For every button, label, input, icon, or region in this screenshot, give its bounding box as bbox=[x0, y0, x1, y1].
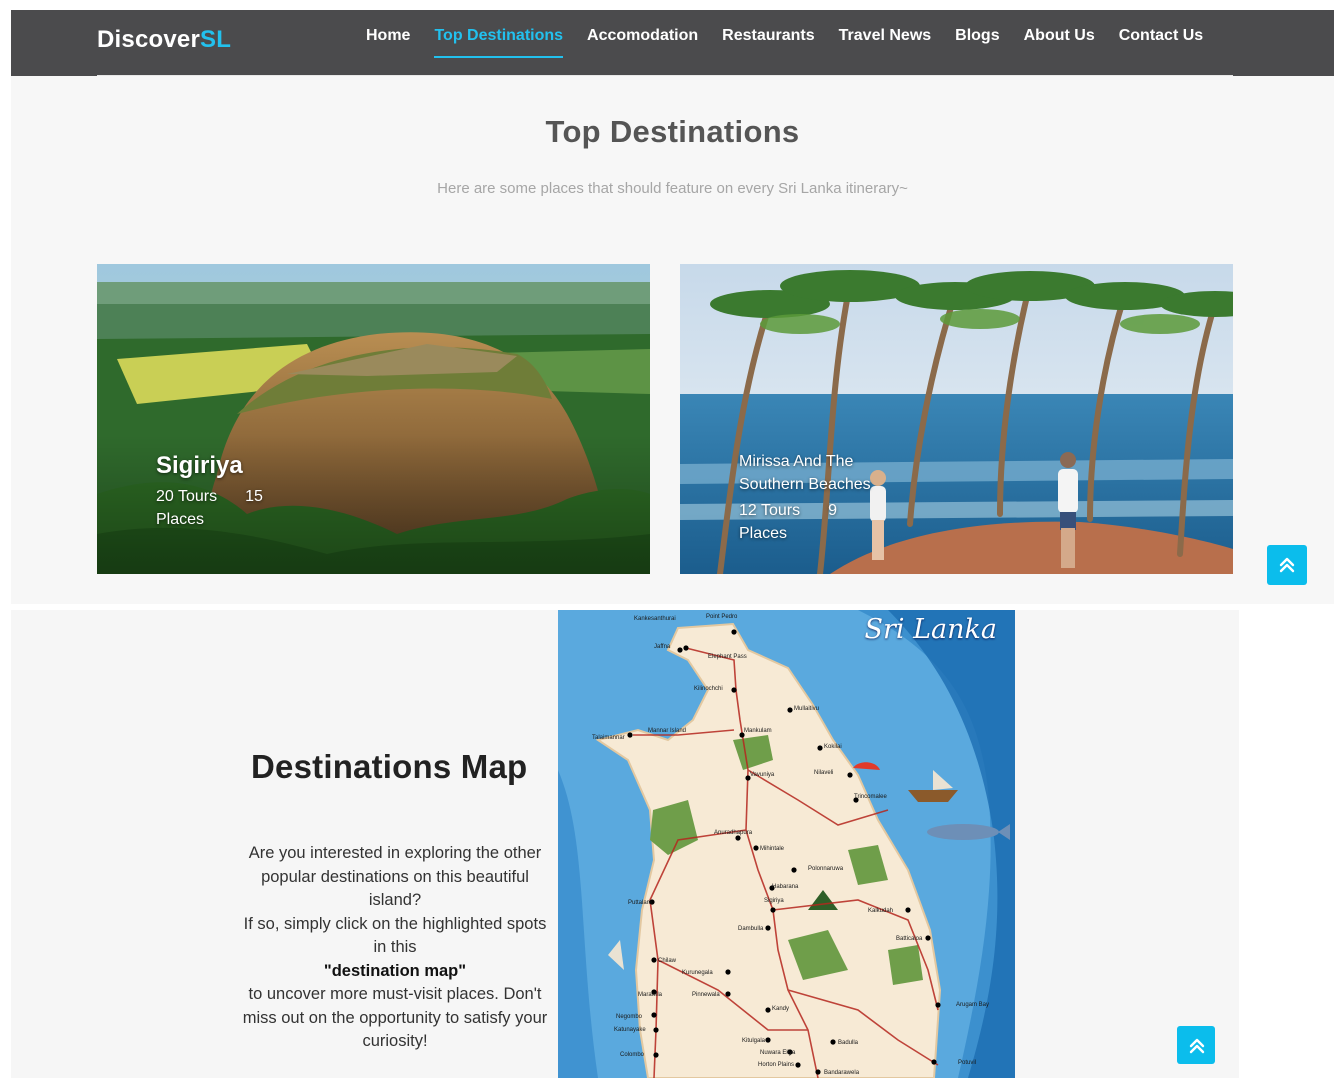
place-label[interactable]: Talaimannar bbox=[592, 735, 625, 741]
top-destinations-section: Top Destinations Here are some places th… bbox=[11, 76, 1334, 604]
place-label[interactable]: Kandy bbox=[772, 1006, 789, 1012]
place-label[interactable]: Polonnaruwa bbox=[808, 866, 843, 872]
place-label[interactable]: Kilinochchi bbox=[694, 686, 723, 692]
nav-restaurants[interactable]: Restaurants bbox=[710, 27, 826, 59]
place-label[interactable]: Badulla bbox=[838, 1040, 858, 1046]
place-label[interactable]: Kurunegala bbox=[682, 970, 713, 976]
place-label[interactable]: Chilaw bbox=[658, 958, 676, 964]
place-label[interactable]: Mihintale bbox=[760, 846, 784, 852]
tours-count: 20 Tours bbox=[156, 488, 218, 505]
place-label[interactable]: Katunayake bbox=[614, 1027, 646, 1033]
place-label[interactable]: Vavuniya bbox=[750, 772, 774, 778]
nav-top-destinations[interactable]: Top Destinations bbox=[422, 27, 575, 59]
place-label[interactable]: Mullaitivu bbox=[794, 706, 819, 712]
place-label[interactable]: Kokilai bbox=[824, 744, 842, 750]
section-title: Top Destinations bbox=[545, 114, 800, 149]
places-label: Places bbox=[739, 525, 788, 542]
places-label: Places bbox=[156, 511, 205, 528]
map-copy-2: If so, simply click on the highlighted s… bbox=[243, 914, 547, 957]
place-label[interactable]: Negombo bbox=[616, 1014, 642, 1020]
map-copy-3: to uncover more must-visit places. Don't… bbox=[242, 985, 548, 1050]
card-meta: 20 Tours 15 Places bbox=[156, 485, 276, 531]
navbar: DiscoverSL Home Top Destinations Accomod… bbox=[11, 10, 1334, 76]
brand-main: Discover bbox=[97, 26, 200, 53]
place-label[interactable]: Mankulam bbox=[744, 728, 772, 734]
place-label[interactable]: Kankesanthurai bbox=[634, 616, 676, 622]
map-copy-1: Are you interested in exploring the othe… bbox=[248, 844, 542, 909]
card-title: Mirissa And The Southern Beaches bbox=[739, 453, 871, 493]
place-label[interactable]: Trincomalee bbox=[854, 794, 887, 800]
place-label[interactable]: Habarana bbox=[772, 884, 798, 890]
section-subtitle: Here are some places that should feature… bbox=[437, 180, 908, 197]
tours-count: 12 Tours bbox=[739, 502, 801, 519]
place-label[interactable]: Jaffna bbox=[654, 644, 670, 650]
destination-card-sigiriya[interactable]: Sigiriya 20 Tours 15 Places bbox=[97, 264, 650, 574]
places-count: 15 bbox=[245, 488, 263, 505]
place-label[interactable]: Elephant Pass bbox=[708, 654, 747, 660]
map-section-title: Destinations Map bbox=[251, 748, 528, 785]
place-label[interactable]: Mannar Island bbox=[648, 728, 686, 734]
scroll-to-top-button[interactable] bbox=[1267, 545, 1307, 585]
double-chevron-up-icon bbox=[1279, 557, 1295, 573]
destination-card-mirissa[interactable]: Mirissa And The Southern Beaches 12 Tour… bbox=[680, 264, 1233, 574]
place-label[interactable]: Kitulgala bbox=[742, 1038, 765, 1044]
nav-travel-news[interactable]: Travel News bbox=[827, 27, 944, 59]
double-chevron-up-icon bbox=[1189, 1038, 1205, 1054]
place-label[interactable]: Point Pedro bbox=[706, 614, 737, 620]
main-nav: Home Top Destinations Accomodation Resta… bbox=[354, 27, 1215, 59]
nav-contact-us[interactable]: Contact Us bbox=[1107, 27, 1215, 59]
map-brand-title: Sri Lanka bbox=[864, 614, 998, 645]
place-label[interactable]: Colombo bbox=[620, 1052, 644, 1058]
place-label[interactable]: Horton Plains bbox=[758, 1062, 794, 1068]
place-label[interactable]: Anuradhapura bbox=[714, 830, 752, 836]
nav-home[interactable]: Home bbox=[354, 27, 422, 59]
place-label[interactable]: Potuvil bbox=[958, 1060, 976, 1066]
nav-about-us[interactable]: About Us bbox=[1012, 27, 1107, 59]
place-label[interactable]: Nilaveli bbox=[814, 770, 833, 776]
place-label[interactable]: Pinnewala bbox=[692, 992, 720, 998]
place-label[interactable]: Dambulla bbox=[738, 926, 763, 932]
place-label[interactable]: Batticaloa bbox=[896, 936, 922, 942]
place-label[interactable]: Nuwara Eliya bbox=[760, 1050, 795, 1056]
nav-accomodation[interactable]: Accomodation bbox=[575, 27, 710, 59]
card-title: Sigiriya bbox=[156, 452, 243, 479]
brand-logo[interactable]: DiscoverSL bbox=[97, 26, 231, 54]
brand-accent: SL bbox=[200, 26, 232, 53]
map-section-description: Are you interested in exploring the othe… bbox=[236, 842, 554, 1054]
nav-blogs[interactable]: Blogs bbox=[943, 27, 1011, 59]
place-label[interactable]: Puttalam bbox=[628, 900, 652, 906]
scroll-to-top-button-2[interactable] bbox=[1177, 1026, 1215, 1064]
place-label[interactable]: Kalkudah bbox=[868, 908, 893, 914]
destination-map[interactable]: Sri Lanka Kankesanthurai Point Pedro Jaf… bbox=[558, 610, 1015, 1078]
card-meta: 12 Tours 9 Places bbox=[739, 499, 859, 545]
card-text: Mirissa And The Southern Beaches 12 Tour… bbox=[739, 450, 899, 545]
place-label[interactable]: Bandarawela bbox=[824, 1070, 859, 1076]
places-count: 9 bbox=[828, 502, 837, 519]
card-text: Sigiriya 20 Tours 15 Places bbox=[156, 452, 276, 531]
place-label[interactable]: Sigiriya bbox=[764, 898, 784, 904]
place-label[interactable]: Arugam Bay bbox=[956, 1002, 989, 1008]
destinations-map-section: Destinations Map Are you interested in e… bbox=[11, 610, 1239, 1078]
map-copy-highlight: "destination map" bbox=[323, 961, 467, 980]
place-label[interactable]: Marawila bbox=[638, 992, 662, 998]
